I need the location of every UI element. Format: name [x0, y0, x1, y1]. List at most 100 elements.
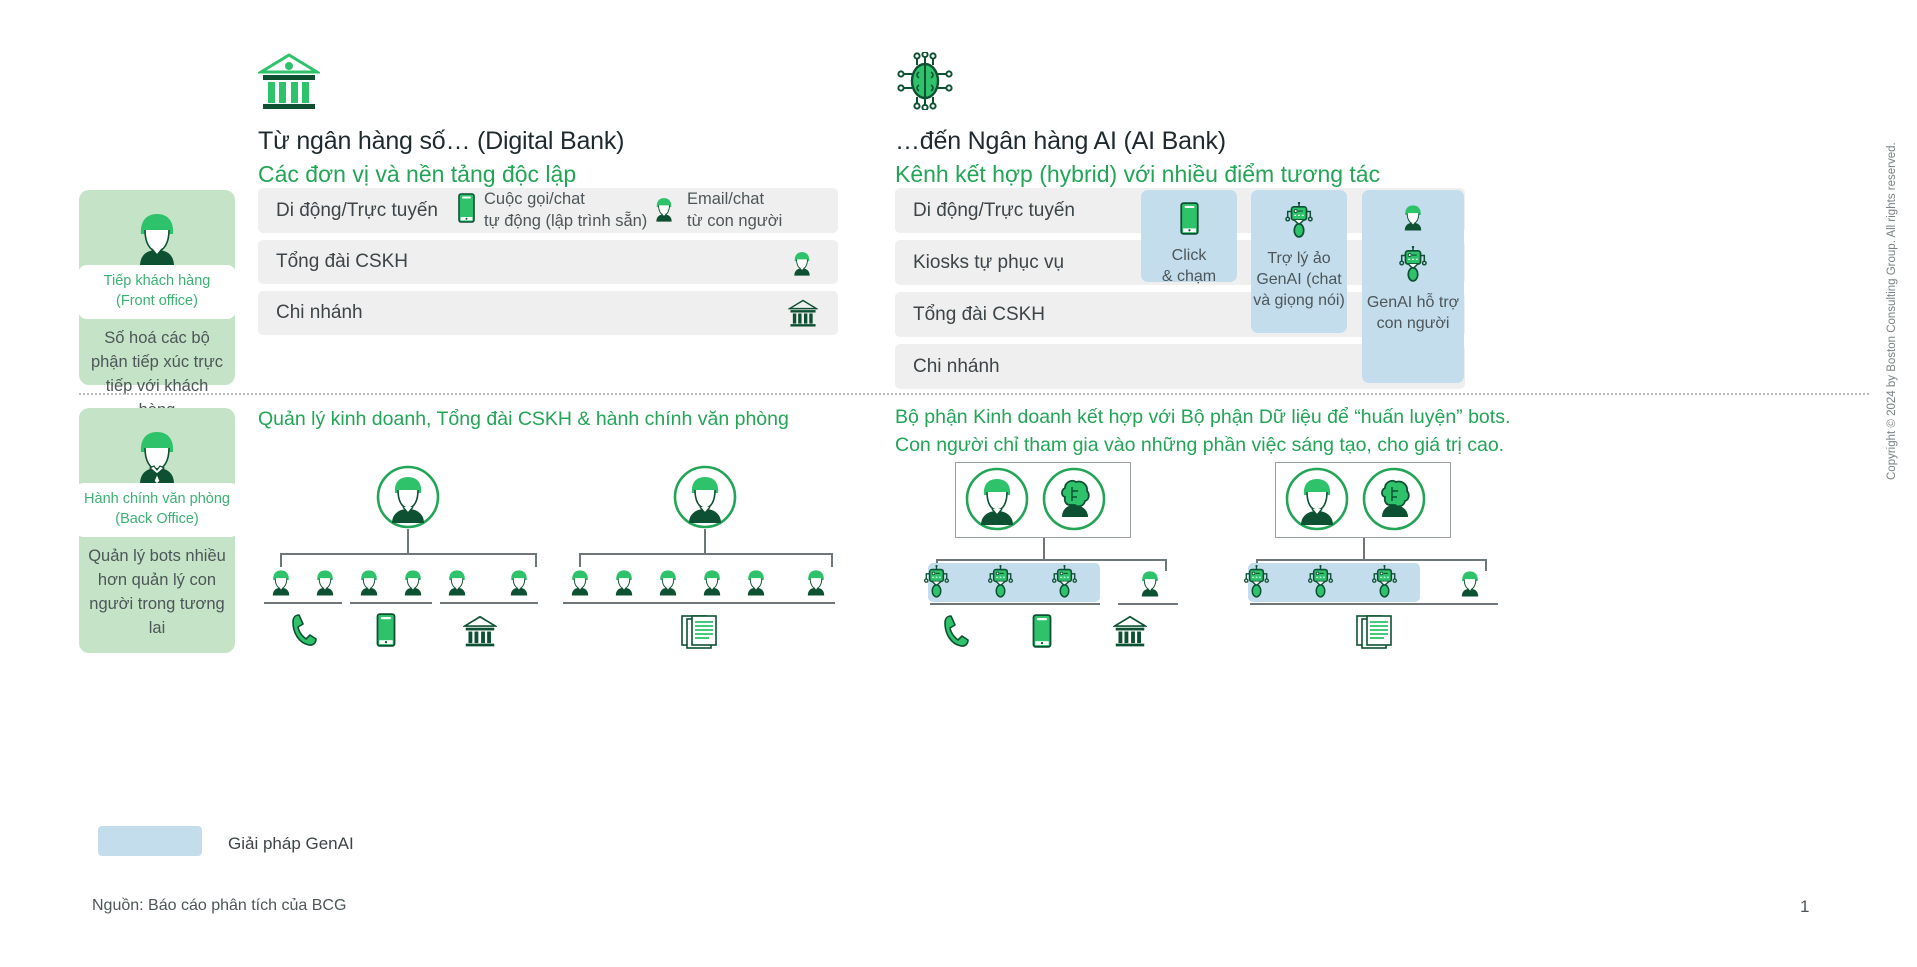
channel-row-branch[interactable]: Chi nhánh	[258, 291, 838, 335]
back-office-pill: Hành chính văn phòng (Back Office)	[75, 483, 239, 538]
org-connector	[831, 553, 833, 567]
channel-label: Chi nhánh	[913, 355, 1000, 377]
org-chart-left-1	[258, 465, 558, 655]
robot-bot-icon	[1283, 201, 1315, 243]
channel-label: Di động/Trực tuyến	[913, 199, 1075, 221]
person-avatar-tie-icon	[126, 426, 188, 489]
front-office-side-box: Tiếp khách hàng (Front office) Số hoá cá…	[78, 190, 236, 419]
slide-canvas: Từ ngân hàng số… (Digital Bank) Các đơn …	[0, 0, 1917, 967]
person-avatar-icon	[650, 195, 678, 227]
org-group-bar	[350, 602, 432, 605]
copyright-note: Copyright © 2024 by Boston Consulting Gr…	[1886, 142, 1898, 480]
channel-row-mobile-online[interactable]: Di động/Trực tuyến Cuộc gọi/chat tự động…	[258, 188, 838, 233]
page-number: 1	[1800, 897, 1810, 916]
person-avatar-icon	[266, 567, 296, 601]
genai-click-caption: Click & chạm	[1161, 247, 1217, 285]
ai-bank-header: …đến Ngân hàng AI (AI Bank) Kênh kết hợp…	[895, 50, 1381, 188]
back-office-right-heading: Bộ phận Kinh doanh kết hợp với Bộ phận D…	[895, 406, 1511, 457]
mobile-phone-icon	[1179, 202, 1199, 240]
org-connector	[704, 529, 706, 553]
person-avatar-icon	[1398, 202, 1428, 236]
org-chart-right-1	[924, 462, 1208, 657]
genai-box-human-support[interactable]: GenAI hỗ trợ con người	[1362, 190, 1464, 383]
org-chart-left-2	[563, 465, 843, 655]
front-office-pill-line2: (Front office)	[116, 292, 198, 309]
telephone-icon	[290, 613, 318, 652]
ai-bank-subtitle: Kênh kết hợp (hybrid) với nhiều điểm tươ…	[895, 161, 1381, 187]
genai-box-click-touch[interactable]: Click & chạm	[1141, 190, 1237, 285]
person-avatar-icon	[653, 567, 683, 601]
front-office-pill-line1: Tiếp khách hàng	[103, 273, 211, 289]
org-connector	[1256, 559, 1485, 561]
legend-swatch-genai	[98, 826, 202, 856]
person-avatar-icon	[310, 567, 340, 601]
legend-label-genai: Giải pháp GenAI	[228, 834, 354, 853]
org-group-bar	[264, 602, 342, 605]
back-office-pill-line2: (Back Office)	[115, 510, 199, 527]
robot-bot-icon	[1397, 245, 1429, 287]
person-avatar-icon	[801, 567, 831, 601]
section-divider	[79, 393, 1869, 395]
bank-building-icon	[1111, 615, 1149, 652]
person-circle-icon	[965, 467, 1029, 536]
org-group-bar	[930, 603, 1100, 606]
person-avatar-icon	[504, 567, 534, 601]
ai-brain-chip-icon	[895, 50, 1380, 115]
bank-building-icon	[255, 52, 624, 115]
digital-bank-header: Từ ngân hàng số… (Digital Bank) Các đơn …	[255, 52, 625, 188]
auto-chat-label: Cuộc gọi/chat tự động (lập trình sẵn)	[484, 190, 648, 230]
mobile-phone-icon	[376, 613, 396, 652]
digital-bank-title: Từ ngân hàng số… (Digital Bank)	[258, 127, 625, 155]
ai-brain-circle-icon	[1042, 467, 1106, 536]
person-avatar-icon	[1455, 568, 1485, 602]
robot-bot-icon	[986, 564, 1015, 603]
back-office-left-heading: Quản lý kinh doanh, Tổng đài CSKH & hành…	[258, 408, 789, 430]
ai-bank-title: …đến Ngân hàng AI (AI Bank)	[895, 127, 1226, 155]
back-office-side-box: Hành chính văn phòng (Back Office) Quản …	[75, 408, 239, 653]
person-circle-icon	[376, 465, 440, 534]
channel-label: Tổng đài CSKH	[276, 251, 409, 272]
channel-label: Di động/Trực tuyến	[276, 199, 438, 221]
robot-bot-icon	[1050, 564, 1079, 603]
org-connector	[1165, 559, 1167, 571]
genai-box-virtual-assistant[interactable]: Trợ lý ảo GenAI (chat và giọng nói)	[1251, 190, 1347, 333]
bank-building-icon	[786, 299, 820, 332]
org-connector	[1043, 538, 1045, 559]
auto-chat-item: Cuộc gọi/chat tự động (lập trình sẵn)	[458, 189, 647, 232]
org-group-bar	[1250, 603, 1498, 606]
org-chart-right-2	[1244, 462, 1528, 657]
documents-icon	[681, 615, 719, 654]
human-chat-label: Email/chat từ con người	[687, 190, 783, 230]
channel-label: Chi nhánh	[276, 302, 363, 323]
genai-assistant-caption: Trợ lý ảo GenAI (chat và giọng nói)	[1253, 250, 1345, 309]
org-group-bar	[563, 602, 835, 605]
documents-icon	[1356, 615, 1394, 654]
genai-human-support-caption: GenAI hỗ trợ con người	[1366, 294, 1460, 332]
person-circle-icon	[1285, 467, 1349, 536]
org-connector	[407, 529, 409, 553]
person-avatar-icon	[741, 567, 771, 601]
org-connector	[1363, 538, 1365, 559]
telephone-icon	[942, 614, 970, 653]
org-connector	[280, 553, 282, 567]
front-office-pill: Tiếp khách hàng (Front office)	[78, 265, 236, 320]
org-connector	[579, 553, 581, 567]
org-group-bar	[440, 602, 538, 605]
mobile-phone-icon	[1032, 614, 1052, 653]
org-connector	[280, 553, 535, 555]
robot-bot-icon	[1370, 564, 1399, 603]
robot-bot-icon	[1242, 564, 1271, 603]
digital-bank-channel-list: Di động/Trực tuyến Cuộc gọi/chat tự động…	[258, 188, 838, 342]
person-avatar-icon	[442, 567, 472, 601]
person-avatar-icon	[126, 208, 188, 271]
bank-building-icon	[461, 615, 499, 652]
robot-bot-icon	[1306, 564, 1335, 603]
mobile-phone-icon	[458, 193, 475, 228]
back-office-pill-line1: Hành chính văn phòng	[84, 491, 230, 507]
org-connector	[579, 553, 831, 555]
person-avatar-icon	[788, 249, 816, 281]
org-connector	[535, 553, 537, 567]
person-avatar-icon	[1135, 568, 1165, 602]
channel-row-call-center[interactable]: Tổng đài CSKH	[258, 240, 838, 284]
back-office-description: Quản lý bots nhiều hơn quản lý con người…	[88, 547, 226, 637]
